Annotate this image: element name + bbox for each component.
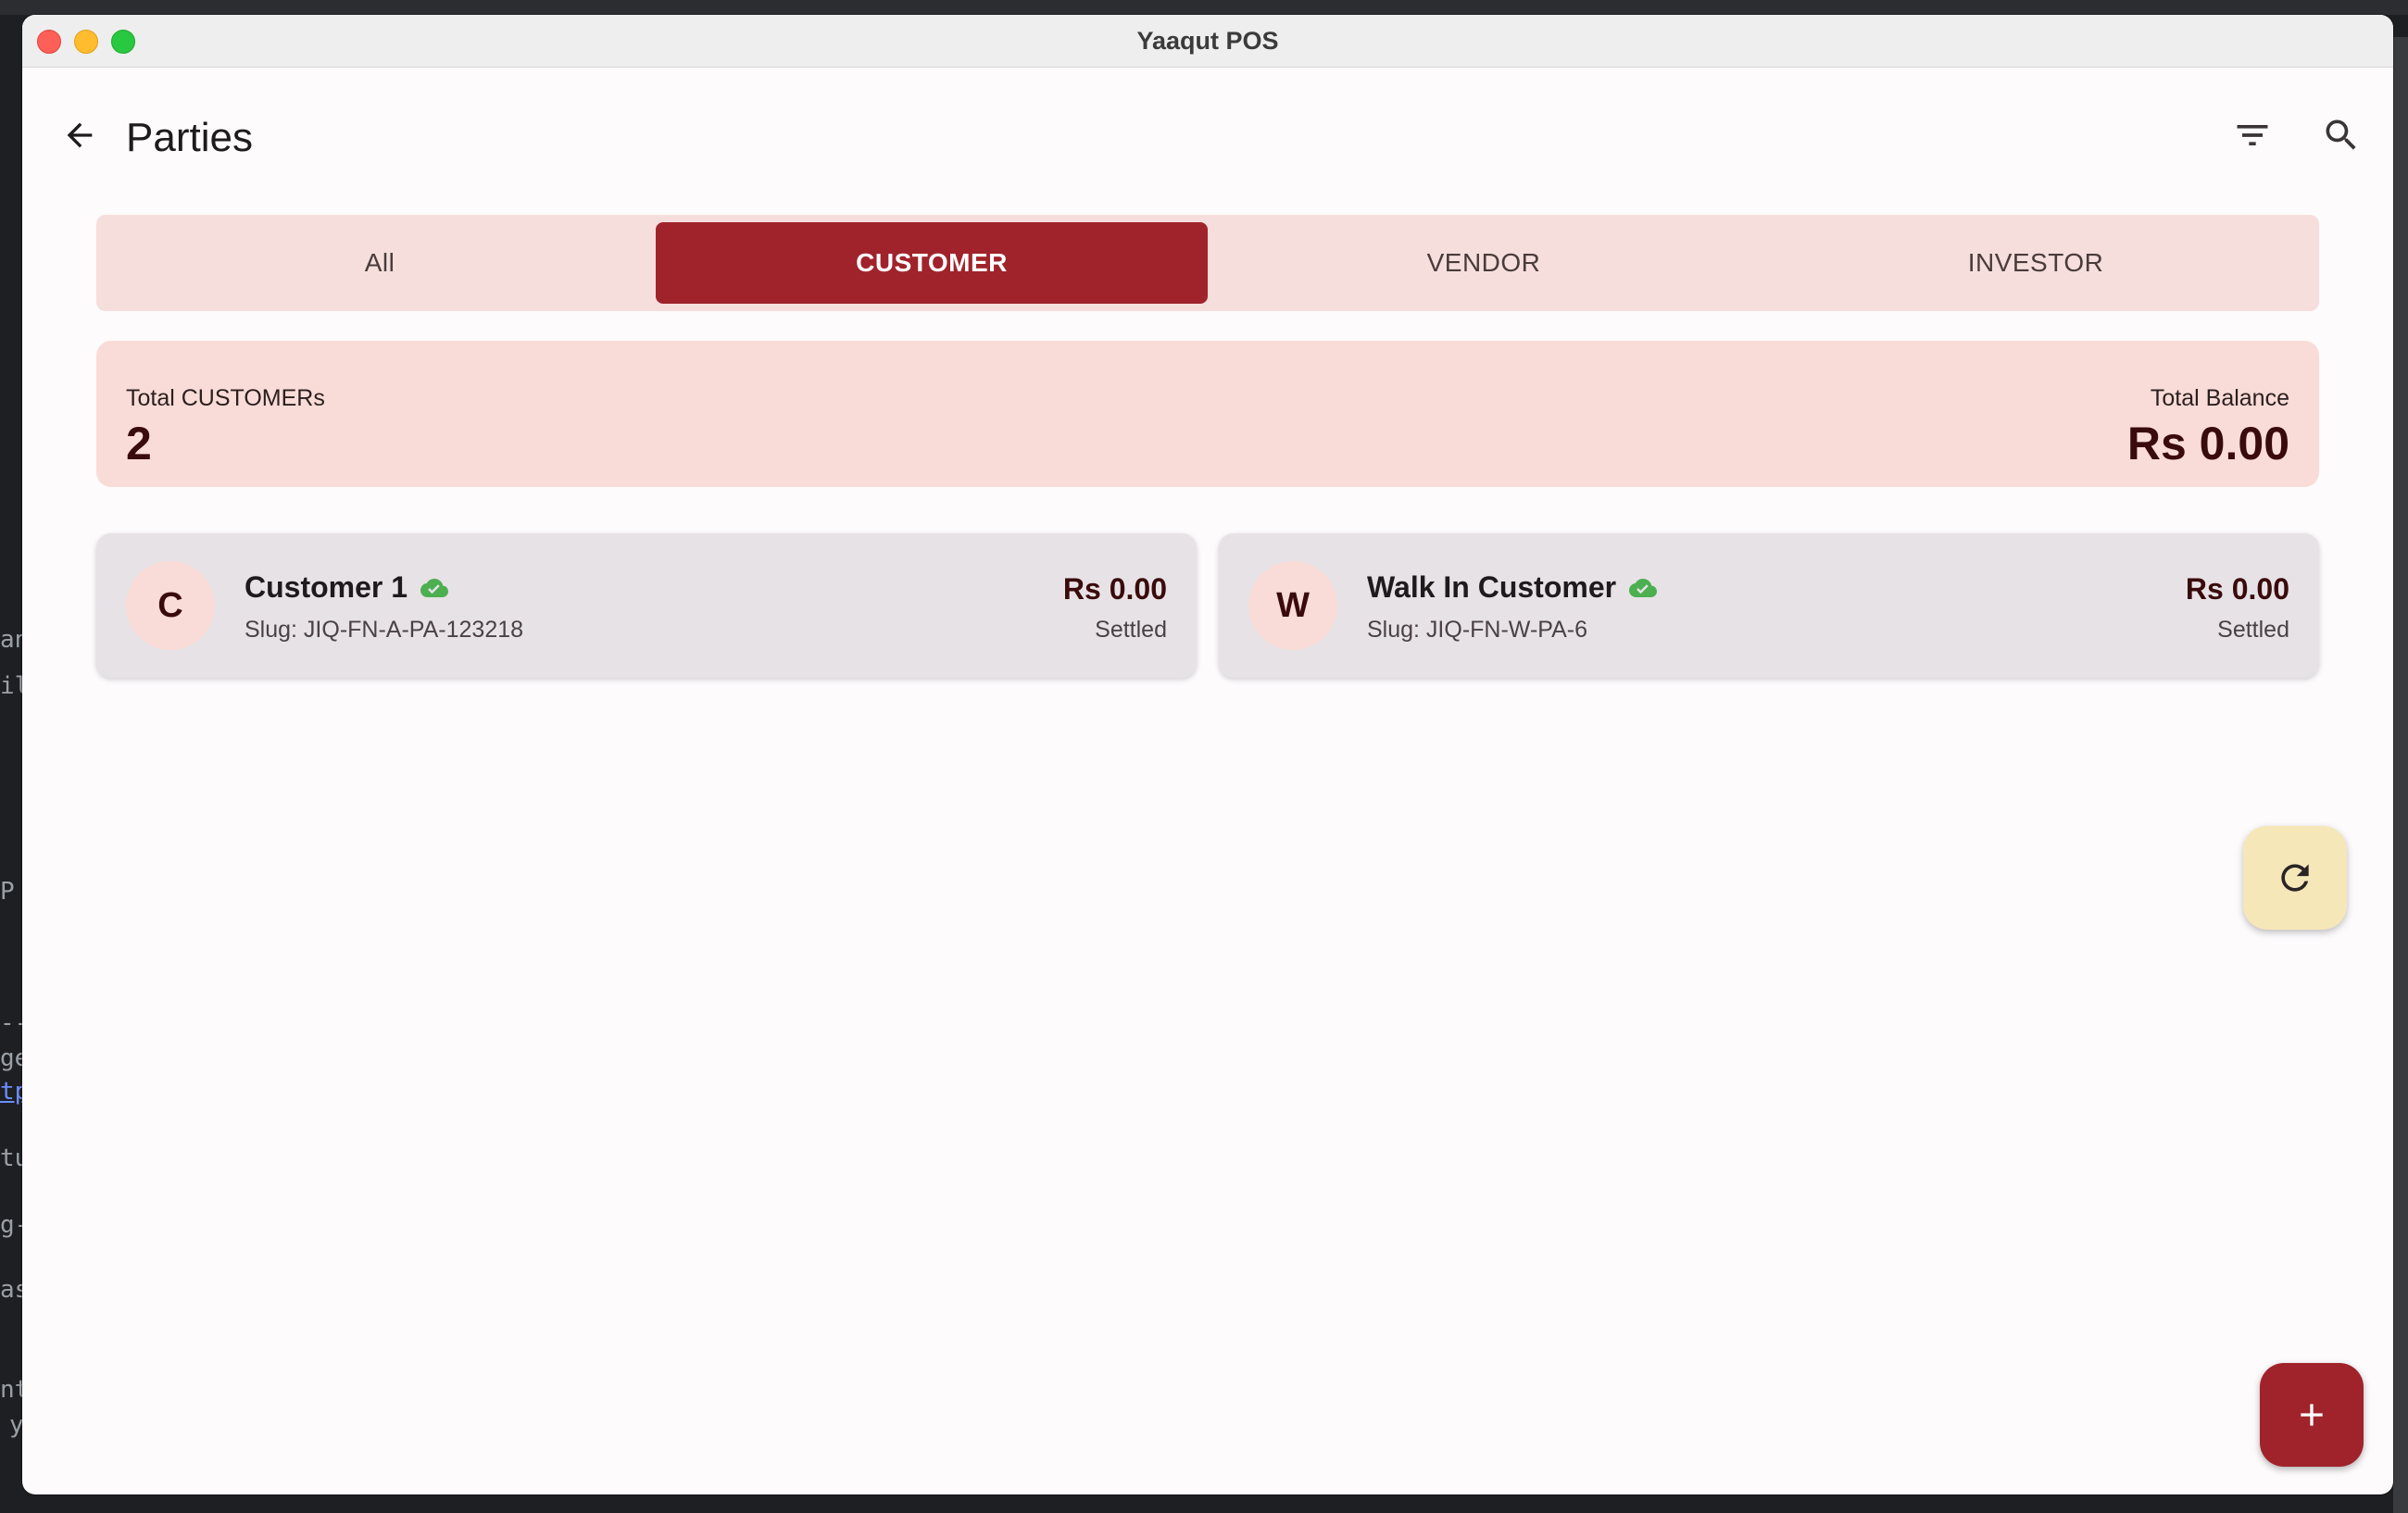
avatar: C bbox=[126, 561, 215, 650]
party-status: Settled bbox=[1095, 617, 1167, 643]
filter-button[interactable] bbox=[2226, 109, 2278, 161]
window-title: Yaaqut POS bbox=[1136, 27, 1279, 55]
party-name: Customer 1 bbox=[245, 570, 408, 604]
party-balance: Rs 0.00 bbox=[2185, 572, 2289, 606]
cloud-done-icon bbox=[1629, 574, 1658, 602]
party-name-row: Customer 1 bbox=[245, 570, 449, 605]
page-title: Parties bbox=[126, 115, 253, 160]
add-party-button[interactable] bbox=[2260, 1363, 2364, 1467]
avatar: W bbox=[1248, 561, 1337, 650]
refresh-icon bbox=[2281, 864, 2309, 892]
cloud-done-icon bbox=[420, 574, 449, 602]
search-button[interactable] bbox=[2315, 109, 2367, 161]
search-icon bbox=[2326, 119, 2356, 150]
party-name-row: Walk In Customer bbox=[1367, 570, 1658, 605]
total-count-label: Total CUSTOMERs bbox=[126, 385, 325, 411]
party-card[interactable]: W Walk In Customer Slug: JIQ-FN-W-PA-6 R… bbox=[1219, 533, 2319, 678]
refresh-button[interactable] bbox=[2243, 826, 2347, 930]
tab-all[interactable]: All bbox=[104, 222, 656, 304]
background-topbar bbox=[0, 0, 2408, 15]
party-name: Walk In Customer bbox=[1367, 570, 1617, 604]
filter-icon bbox=[2237, 125, 2268, 145]
app-window: Yaaqut POS Parties All CUSTOMER VENDOR I… bbox=[22, 15, 2393, 1494]
total-count-value: 2 bbox=[126, 418, 152, 469]
total-balance-label: Total Balance bbox=[2150, 385, 2289, 411]
party-type-tabs: All CUSTOMER VENDOR INVESTOR bbox=[96, 215, 2319, 311]
plus-icon bbox=[2301, 1404, 2323, 1426]
party-slug: Slug: JIQ-FN-W-PA-6 bbox=[1367, 617, 1587, 643]
tab-vendor[interactable]: VENDOR bbox=[1208, 222, 1760, 304]
party-card[interactable]: C Customer 1 Slug: JIQ-FN-A-PA-123218 Rs… bbox=[96, 533, 1197, 678]
tab-customer[interactable]: CUSTOMER bbox=[656, 222, 1208, 304]
total-balance-value: Rs 0.00 bbox=[2126, 418, 2289, 469]
back-button[interactable] bbox=[54, 109, 106, 161]
arrow-left-icon bbox=[67, 122, 93, 148]
party-status: Settled bbox=[2217, 617, 2289, 643]
tab-investor[interactable]: INVESTOR bbox=[1760, 222, 2312, 304]
background-right-strip bbox=[2393, 37, 2408, 1513]
party-balance: Rs 0.00 bbox=[1062, 572, 1167, 606]
background-text-fragment: P bbox=[0, 878, 15, 906]
summary-card: Total CUSTOMERs 2 Total Balance Rs 0.00 bbox=[96, 341, 2319, 487]
party-slug: Slug: JIQ-FN-A-PA-123218 bbox=[245, 617, 524, 643]
window-titlebar: Yaaqut POS bbox=[22, 15, 2393, 68]
